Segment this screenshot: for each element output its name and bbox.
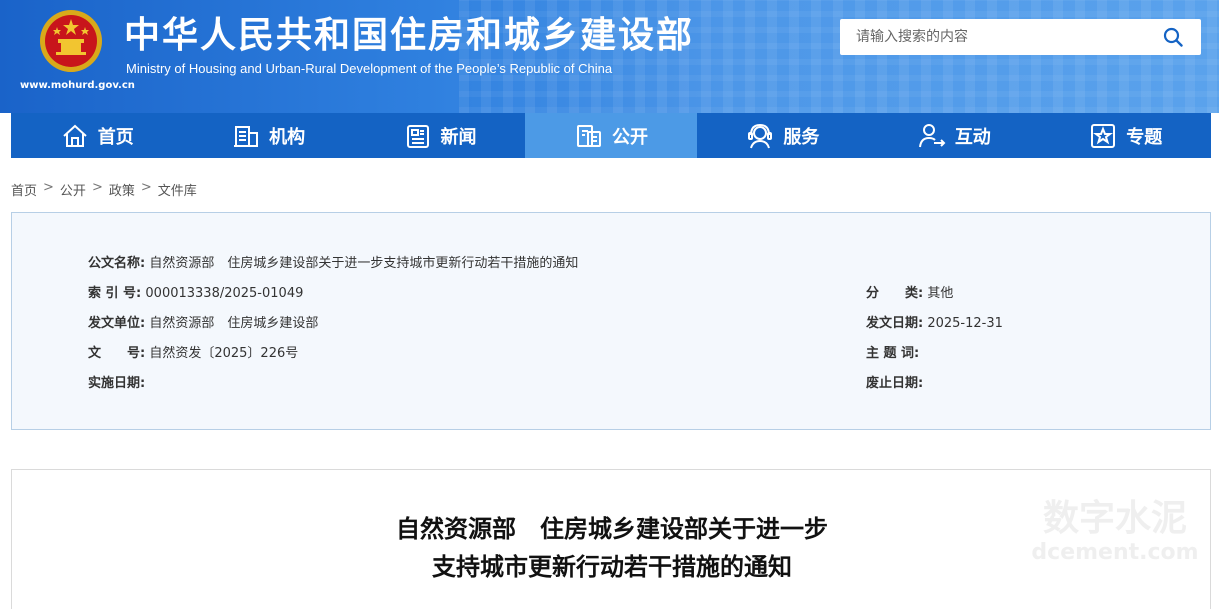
breadcrumb-home[interactable]: 首页 (11, 180, 37, 199)
meta-index-value: 000013338/2025-01049 (145, 286, 304, 301)
breadcrumb-policy[interactable]: 政策 (109, 180, 135, 199)
nav-item-news[interactable]: 新闻 (354, 113, 525, 158)
meta-row-keywords: 主 题 词: (866, 342, 919, 361)
disclosure-icon (576, 124, 601, 147)
meta-index-label: 索 引 号: (88, 286, 142, 301)
meta-effective-label: 实施日期: (88, 376, 146, 391)
breadcrumb-separator: > (140, 180, 152, 195)
breadcrumb-disclosure[interactable]: 公开 (60, 180, 86, 199)
nav-label: 机构 (269, 126, 306, 148)
document-title-line2: 支持城市更新行动若干措施的通知 (432, 553, 792, 581)
meta-date-label: 发文日期: (866, 316, 924, 331)
service-icon (748, 123, 773, 148)
meta-row-date: 发文日期: 2025-12-31 (866, 312, 1003, 331)
site-header: www.mohurd.gov.cn 中华人民共和国住房和城乡建设部 Minist… (0, 0, 1219, 113)
meta-row-effective: 实施日期: (88, 372, 145, 391)
meta-expiry-label: 废止日期: (866, 376, 924, 391)
nav-label: 首页 (97, 126, 134, 148)
document-title: 自然资源部 住房城乡建设部关于进一步 支持城市更新行动若干措施的通知 (12, 510, 1212, 586)
breadcrumb-separator: > (43, 180, 54, 195)
document-metadata-panel: 公文名称: 自然资源部 住房城乡建设部关于进一步支持城市更新行动若干措施的通知 … (11, 212, 1211, 430)
search-icon[interactable] (1163, 27, 1183, 47)
nav-item-interaction[interactable]: 互动 (868, 113, 1039, 158)
meta-title-value: 自然资源部 住房城乡建设部关于进一步支持城市更新行动若干措施的通知 (149, 256, 579, 271)
meta-row-category: 分 类: 其他 (866, 282, 953, 301)
topic-icon (1091, 123, 1116, 148)
meta-row-docno: 文 号: 自然资发〔2025〕226号 (88, 342, 298, 361)
document-content-card: 自然资源部 住房城乡建设部关于进一步 支持城市更新行动若干措施的通知 (11, 469, 1211, 609)
nav-label: 互动 (954, 126, 991, 148)
meta-docno-value: 自然资发〔2025〕226号 (149, 346, 299, 361)
nav-label: 专题 (1126, 126, 1163, 148)
nav-item-disclosure[interactable]: 公开 (525, 113, 697, 158)
meta-category-value: 其他 (927, 286, 954, 301)
meta-row-index: 索 引 号: 000013338/2025-01049 (88, 282, 303, 301)
nav-label: 服务 (783, 126, 820, 148)
site-url: www.mohurd.gov.cn (20, 80, 135, 91)
news-icon (406, 124, 429, 148)
meta-docno-label: 文 号: (88, 346, 146, 361)
breadcrumb-file-library[interactable]: 文件库 (158, 180, 197, 199)
site-title-chinese: 中华人民共和国住房和城乡建设部 (124, 15, 695, 56)
meta-title-label: 公文名称: (88, 256, 146, 271)
search-box (840, 19, 1201, 55)
nav-item-service[interactable]: 服务 (697, 113, 868, 158)
home-icon (63, 124, 87, 147)
nav-item-home[interactable]: 首页 (11, 113, 182, 158)
search-input[interactable] (840, 19, 1160, 55)
meta-category-label: 分 类: (866, 286, 924, 301)
meta-row-expiry: 废止日期: (866, 372, 923, 391)
main-nav: 首页 机构 新闻 公开 服务 互动 专题 (11, 113, 1211, 158)
building-icon (234, 125, 259, 147)
interaction-icon (918, 123, 946, 147)
meta-issuer-value: 自然资源部 住房城乡建设部 (149, 316, 319, 331)
meta-row-issuer: 发文单位: 自然资源部 住房城乡建设部 (88, 312, 318, 331)
meta-date-value: 2025-12-31 (927, 316, 1003, 331)
breadcrumb-separator: > (91, 180, 103, 195)
breadcrumb: 首页 > 公开 > 政策 > 文件库 (11, 180, 197, 199)
meta-row-title: 公文名称: 自然资源部 住房城乡建设部关于进一步支持城市更新行动若干措施的通知 (88, 252, 578, 271)
meta-issuer-label: 发文单位: (88, 316, 146, 331)
nav-item-topics[interactable]: 专题 (1040, 113, 1211, 158)
meta-keywords-label: 主 题 词: (866, 346, 920, 361)
document-title-line1: 自然资源部 住房城乡建设部关于进一步 (396, 515, 828, 543)
nav-label: 新闻 (440, 126, 477, 148)
nav-label: 公开 (611, 126, 648, 148)
national-emblem-icon (40, 10, 102, 72)
nav-item-institutions[interactable]: 机构 (182, 113, 353, 158)
site-title-english: Ministry of Housing and Urban-Rural Deve… (126, 61, 613, 76)
